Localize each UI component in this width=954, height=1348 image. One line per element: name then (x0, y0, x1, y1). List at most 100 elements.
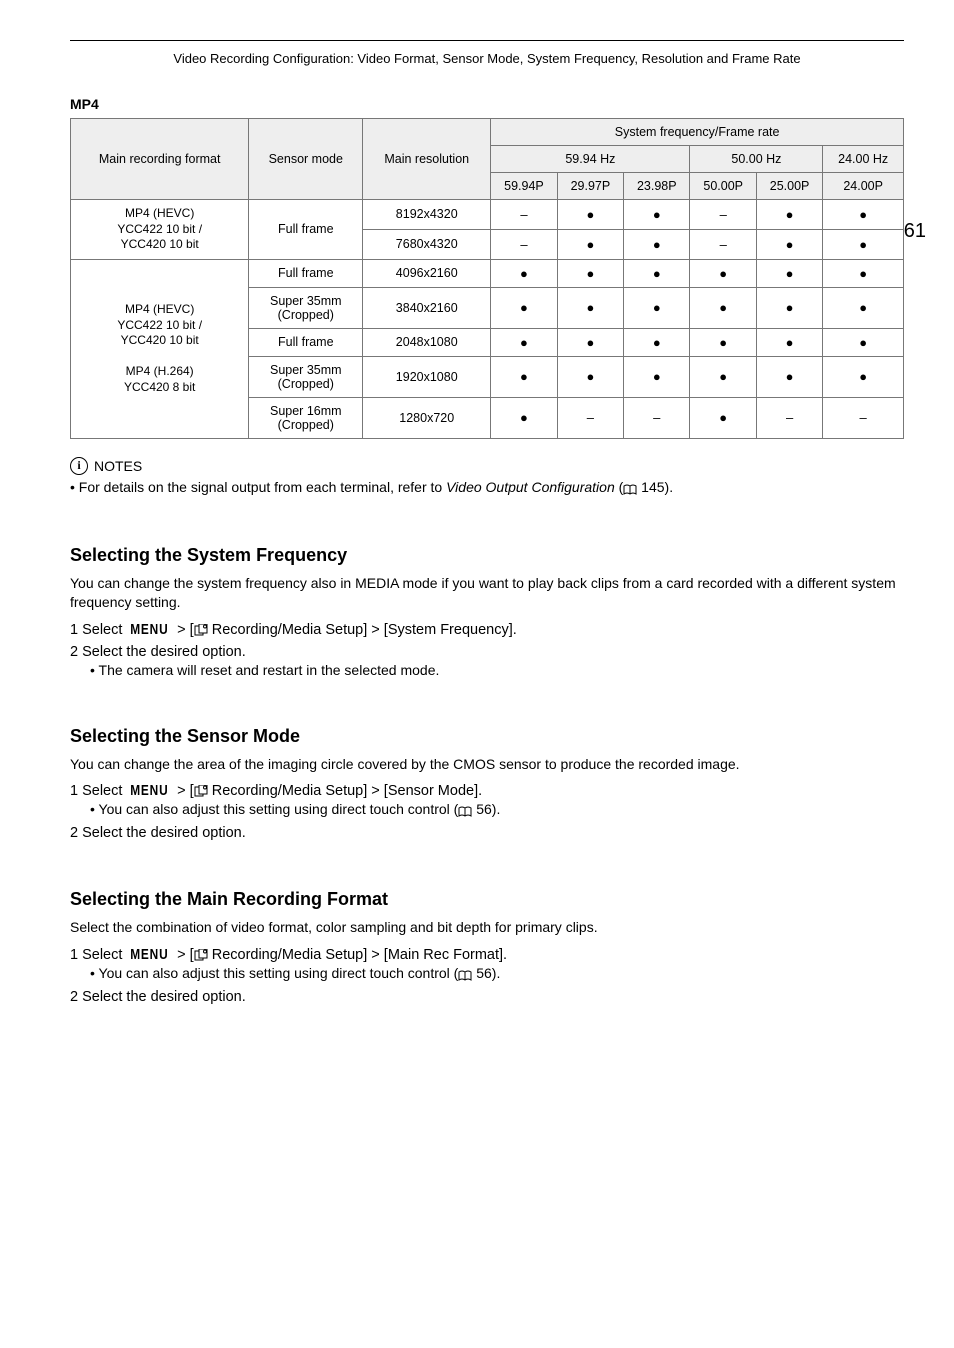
notes-paren: ( (615, 479, 624, 495)
table-cell: ● (624, 200, 690, 230)
notes-label: NOTES (94, 458, 142, 474)
table-cell: Super 35mm(Cropped) (249, 356, 363, 397)
th-c5: 25.00P (756, 173, 822, 200)
step-text: 1 Select (70, 783, 126, 799)
step: 1 Select MENU > [ Recording/Media Setup]… (70, 783, 904, 799)
table-cell: – (690, 200, 756, 230)
th-c1: 59.94P (491, 173, 557, 200)
th-sensor: Sensor mode (249, 119, 363, 200)
step: 1 Select MENU > [ Recording/Media Setup]… (70, 947, 904, 963)
table-cell: ● (491, 328, 557, 356)
table-cell: ● (823, 229, 904, 259)
table-cell: 3840x2160 (363, 287, 491, 328)
rec-media-icon (194, 783, 208, 799)
table-cell: ● (624, 328, 690, 356)
th-c2: 29.97P (557, 173, 623, 200)
book-icon (458, 967, 472, 983)
table-cell: ● (491, 287, 557, 328)
table-cell: ● (756, 356, 822, 397)
page-header: Video Recording Configuration: Video For… (70, 51, 904, 66)
section-body-mainrec: Select the combination of video format, … (70, 918, 904, 937)
table-cell: Full frame (249, 259, 363, 287)
table-cell: ● (756, 200, 822, 230)
table-cell: ● (557, 229, 623, 259)
menu-label: MENU (131, 783, 169, 799)
section-title-mainrec: Selecting the Main Recording Format (70, 889, 904, 910)
notes-page: 145). (637, 479, 673, 495)
table-cell: ● (557, 259, 623, 287)
step-text: Recording/Media Setup] > [System Frequen… (208, 622, 517, 638)
table-cell: ● (491, 259, 557, 287)
table-cell: ● (557, 200, 623, 230)
table-cell: ● (756, 229, 822, 259)
table-cell: – (491, 229, 557, 259)
table-cell: ● (557, 287, 623, 328)
table-cell: ● (823, 328, 904, 356)
th-sysfreq: System frequency/Frame rate (491, 119, 904, 146)
substep-text: • You can also adjust this setting using… (90, 801, 458, 817)
substep: • You can also adjust this setting using… (90, 801, 904, 819)
table-cell: – (690, 229, 756, 259)
th-g1: 59.94 Hz (491, 146, 690, 173)
info-icon: i (70, 457, 88, 475)
table-cell: ● (557, 328, 623, 356)
table-cell: – (557, 397, 623, 438)
notes-line: • For details on the signal output from … (70, 479, 904, 497)
table-cell: 1920x1080 (363, 356, 491, 397)
book-icon (458, 803, 472, 819)
step: 1 Select MENU > [ Recording/Media Setup]… (70, 622, 904, 638)
table-cell: ● (624, 259, 690, 287)
section-body-sensor: You can change the area of the imaging c… (70, 755, 904, 774)
table-cell: Full frame (249, 200, 363, 260)
table-cell: ● (491, 397, 557, 438)
step: 2 Select the desired option. (70, 825, 904, 841)
step-text: > [ (173, 783, 194, 799)
table-cell: MP4 (HEVC)YCC422 10 bit /YCC420 10 bit (71, 200, 249, 260)
menu-label: MENU (131, 947, 169, 963)
notes-block: i NOTES • For details on the signal outp… (70, 457, 904, 497)
framerate-table: Main recording format Sensor mode Main r… (70, 118, 904, 439)
table-cell: ● (624, 356, 690, 397)
step-text: 1 Select (70, 947, 126, 963)
menu-label: MENU (131, 622, 169, 638)
step: 2 Select the desired option. (70, 644, 904, 660)
step-text: Recording/Media Setup] > [Main Rec Forma… (208, 947, 507, 963)
substep-text: 56). (472, 965, 500, 981)
table-cell: 1280x720 (363, 397, 491, 438)
table-cell: ● (756, 259, 822, 287)
substep: • You can also adjust this setting using… (90, 965, 904, 983)
table-cell: 2048x1080 (363, 328, 491, 356)
step: 2 Select the desired option. (70, 989, 904, 1005)
substep-text: • You can also adjust this setting using… (90, 965, 458, 981)
table-cell: ● (690, 397, 756, 438)
table-cell: ● (557, 356, 623, 397)
th-g3: 24.00 Hz (823, 146, 904, 173)
th-c3: 23.98P (624, 173, 690, 200)
step-text: 1 Select (70, 622, 126, 638)
section-body-sysfreq: You can change the system frequency also… (70, 574, 904, 612)
step-text: Recording/Media Setup] > [Sensor Mode]. (208, 783, 482, 799)
table-cell: 8192x4320 (363, 200, 491, 230)
rec-media-icon (194, 622, 208, 638)
table-cell: ● (624, 229, 690, 259)
table-cell: MP4 (HEVC)YCC422 10 bit /YCC420 10 bitMP… (71, 259, 249, 438)
th-g2: 50.00 Hz (690, 146, 823, 173)
notes-italic: Video Output Configuration (446, 479, 615, 495)
th-format: Main recording format (71, 119, 249, 200)
table-cell: ● (823, 356, 904, 397)
table-cell: ● (823, 200, 904, 230)
table-cell: Super 35mm(Cropped) (249, 287, 363, 328)
table-cell: ● (690, 287, 756, 328)
table-cell: Super 16mm(Cropped) (249, 397, 363, 438)
table-cell: – (491, 200, 557, 230)
section-title-sensor: Selecting the Sensor Mode (70, 726, 904, 747)
table-cell: Full frame (249, 328, 363, 356)
th-resolution: Main resolution (363, 119, 491, 200)
table-cell: ● (690, 328, 756, 356)
th-c6: 24.00P (823, 173, 904, 200)
table-cell: ● (756, 328, 822, 356)
page-number: 61 (904, 220, 926, 243)
table-cell: – (624, 397, 690, 438)
section-label-mp4: MP4 (70, 96, 904, 112)
table-cell: ● (690, 259, 756, 287)
